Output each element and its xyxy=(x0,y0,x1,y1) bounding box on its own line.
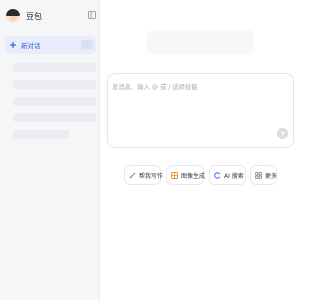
image-gen-icon xyxy=(171,171,178,179)
history-item-placeholder xyxy=(13,113,96,122)
ai-search-icon xyxy=(214,171,221,179)
chip-label: 图像生成 xyxy=(181,172,206,180)
history-item-placeholder xyxy=(13,130,69,139)
brand[interactable]: 豆包 xyxy=(6,8,42,24)
chat-input[interactable] xyxy=(112,80,288,94)
chip-more[interactable]: 更多 xyxy=(250,165,277,185)
shortcut-badge xyxy=(81,40,93,49)
history-item-placeholder xyxy=(13,63,96,72)
chip-ai-search[interactable]: AI 搜索 xyxy=(209,165,246,185)
plus-icon xyxy=(10,42,16,48)
chip-label: 更多 xyxy=(265,172,278,180)
avatar xyxy=(6,9,20,23)
collapse-sidebar-icon[interactable] xyxy=(88,11,96,19)
pen-icon xyxy=(129,172,136,178)
new-chat-button[interactable]: 新对话 xyxy=(5,36,96,54)
sidebar: 豆包 新对话 xyxy=(0,0,100,300)
chip-writing[interactable]: 帮我写作 xyxy=(124,165,164,185)
history-item-placeholder xyxy=(13,97,96,106)
arrow-up-icon xyxy=(280,130,285,136)
chip-label: 帮我写作 xyxy=(139,172,164,180)
new-chat-label: 新对话 xyxy=(21,42,41,50)
chip-image-gen[interactable]: 图像生成 xyxy=(166,165,206,185)
chip-label: AI 搜索 xyxy=(224,172,244,180)
send-button[interactable] xyxy=(277,128,288,139)
brand-name: 豆包 xyxy=(26,11,42,21)
history-item-placeholder xyxy=(13,80,96,89)
header-placeholder xyxy=(147,30,254,54)
chat-box xyxy=(107,73,294,148)
more-grid-icon xyxy=(255,171,262,179)
